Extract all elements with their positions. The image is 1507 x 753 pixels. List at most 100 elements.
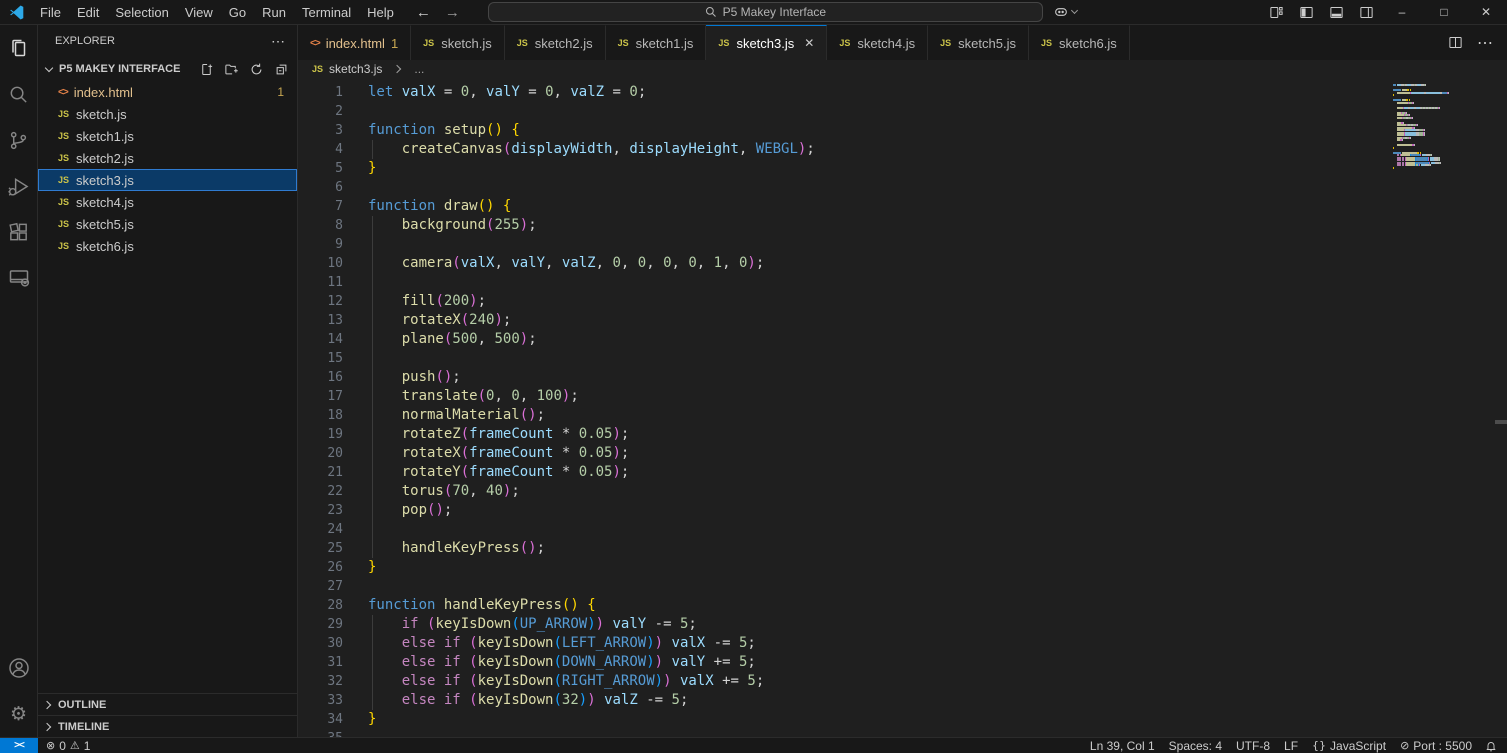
minimap[interactable]	[1393, 84, 1457, 172]
code-editor[interactable]: 1let valX = 0, valY = 0, valZ = 0;23func…	[298, 78, 1507, 737]
status-port-5500[interactable]: ⊘Port : 5500	[1393, 738, 1479, 753]
js-file-icon: JS	[940, 38, 951, 48]
split-editor-icon[interactable]	[1448, 35, 1463, 50]
code-line: 3function setup() {	[298, 121, 1507, 140]
file-row-sketch5.js[interactable]: JSsketch5.js	[38, 213, 297, 235]
tab-sketch6.js[interactable]: JSsketch6.js	[1029, 25, 1130, 60]
status-utf-8[interactable]: UTF-8	[1229, 738, 1277, 753]
code-line: 4 createCanvas(displayWidth, displayHeig…	[298, 140, 1507, 159]
menu-file[interactable]: File	[32, 0, 69, 25]
tab-sketch4.js[interactable]: JSsketch4.js	[827, 25, 928, 60]
status-javascript[interactable]: {}JavaScript	[1305, 738, 1393, 753]
line-number: 26	[298, 558, 343, 577]
menu-go[interactable]: Go	[221, 0, 254, 25]
tab-sketch.js[interactable]: JSsketch.js	[411, 25, 505, 60]
menu-edit[interactable]: Edit	[69, 0, 107, 25]
code-line: 22 torus(70, 40);	[298, 482, 1507, 501]
code-line: 35	[298, 729, 1507, 737]
settings-gear-icon[interactable]: ⚙	[0, 691, 38, 737]
search-view-icon[interactable]	[0, 71, 38, 117]
timeline-label: TIMELINE	[58, 721, 109, 733]
outline-section[interactable]: OUTLINE	[38, 693, 297, 715]
menu-view[interactable]: View	[177, 0, 221, 25]
warning-count: 1	[84, 739, 91, 753]
toggle-secondary-sidebar-icon[interactable]	[1351, 0, 1381, 25]
tab-sketch2.js[interactable]: JSsketch2.js	[505, 25, 606, 60]
file-row-sketch1.js[interactable]: JSsketch1.js	[38, 125, 297, 147]
line-content: handleKeyPress();	[368, 539, 1507, 558]
extensions-icon[interactable]	[0, 209, 38, 255]
breadcrumb-file[interactable]: sketch3.js	[329, 62, 382, 76]
search-icon	[705, 6, 717, 18]
account-icon[interactable]	[0, 645, 38, 691]
back-arrow-icon[interactable]: ←	[416, 4, 431, 21]
new-folder-icon[interactable]	[224, 62, 239, 77]
code-line: 5}	[298, 159, 1507, 178]
editor-more-actions-icon[interactable]: ⋯	[1477, 33, 1493, 53]
js-file-icon: JS	[423, 38, 434, 48]
toggle-primary-sidebar-icon[interactable]	[1291, 0, 1321, 25]
notifications-bell-icon[interactable]	[1479, 740, 1507, 752]
tab-label: index.html	[326, 36, 385, 51]
file-row-sketch3.js[interactable]: JSsketch3.js	[38, 169, 297, 191]
file-row-index.html[interactable]: <>index.html1	[38, 81, 297, 103]
timeline-section[interactable]: TIMELINE	[38, 715, 297, 737]
line-content: if (keyIsDown(UP_ARROW)) valY -= 5;	[368, 615, 1507, 634]
line-content: rotateX(frameCount * 0.05);	[368, 444, 1507, 463]
file-name: sketch6.js	[76, 239, 134, 254]
code-line: 28function handleKeyPress() {	[298, 596, 1507, 615]
status-lf[interactable]: LF	[1277, 738, 1305, 753]
source-control-icon[interactable]	[0, 117, 38, 163]
command-center-search[interactable]: P5 Makey Interface	[488, 2, 1043, 22]
minimize-button[interactable]: –	[1381, 0, 1423, 25]
menu-help[interactable]: Help	[359, 0, 402, 25]
file-row-sketch.js[interactable]: JSsketch.js	[38, 103, 297, 125]
close-button[interactable]: ✕	[1465, 0, 1507, 25]
close-tab-icon[interactable]: ✕	[804, 36, 814, 50]
line-number: 13	[298, 311, 343, 330]
tab-sketch3.js[interactable]: JSsketch3.js✕	[706, 25, 827, 60]
code-line: 11	[298, 273, 1507, 292]
explorer-more-icon[interactable]: ⋯	[271, 33, 285, 50]
remote-indicator[interactable]: ><	[0, 738, 38, 753]
line-number: 23	[298, 501, 343, 520]
collapse-folders-icon[interactable]	[274, 62, 289, 77]
forward-arrow-icon[interactable]: →	[445, 4, 460, 21]
code-line: 29 if (keyIsDown(UP_ARROW)) valY -= 5;	[298, 615, 1507, 634]
workspace-section-header[interactable]: P5 MAKEY INTERFACE	[38, 57, 297, 81]
line-content: function handleKeyPress() {	[368, 596, 1507, 615]
line-number: 4	[298, 140, 343, 159]
menu-run[interactable]: Run	[254, 0, 294, 25]
tab-index.html[interactable]: <>index.html1	[298, 25, 411, 60]
problems-status[interactable]: ⊗ 0 ⚠ 1	[38, 739, 98, 753]
file-row-sketch2.js[interactable]: JSsketch2.js	[38, 147, 297, 169]
status-ln-39-col-1[interactable]: Ln 39, Col 1	[1083, 738, 1162, 753]
error-icon: ⊗	[46, 739, 55, 752]
line-content: fill(200);	[368, 292, 1507, 311]
breadcrumb-more[interactable]: ...	[414, 62, 424, 76]
tab-sketch1.js[interactable]: JSsketch1.js	[606, 25, 707, 60]
code-line: 10 camera(valX, valY, valZ, 0, 0, 0, 0, …	[298, 254, 1507, 273]
remote-explorer-icon[interactable]	[0, 255, 38, 301]
code-line: 31 else if (keyIsDown(DOWN_ARROW)) valY …	[298, 653, 1507, 672]
maximize-button[interactable]: □	[1423, 0, 1465, 25]
search-title: P5 Makey Interface	[723, 5, 826, 19]
file-row-sketch4.js[interactable]: JSsketch4.js	[38, 191, 297, 213]
refresh-icon[interactable]	[249, 62, 264, 77]
code-line: 30 else if (keyIsDown(LEFT_ARROW)) valX …	[298, 634, 1507, 653]
line-number: 35	[298, 729, 343, 737]
menu-selection[interactable]: Selection	[107, 0, 176, 25]
run-debug-icon[interactable]	[0, 163, 38, 209]
file-row-sketch6.js[interactable]: JSsketch6.js	[38, 235, 297, 257]
code-line: 6	[298, 178, 1507, 197]
explorer-icon[interactable]	[0, 25, 38, 71]
status-spaces-4[interactable]: Spaces: 4	[1162, 738, 1229, 753]
new-file-icon[interactable]	[199, 62, 214, 77]
copilot-menu[interactable]	[1053, 4, 1077, 20]
toggle-panel-icon[interactable]	[1321, 0, 1351, 25]
tab-sketch5.js[interactable]: JSsketch5.js	[928, 25, 1029, 60]
menu-terminal[interactable]: Terminal	[294, 0, 359, 25]
code-line: 25 handleKeyPress();	[298, 539, 1507, 558]
overview-ruler[interactable]	[1495, 78, 1507, 737]
customize-layout-icon[interactable]	[1261, 0, 1291, 25]
